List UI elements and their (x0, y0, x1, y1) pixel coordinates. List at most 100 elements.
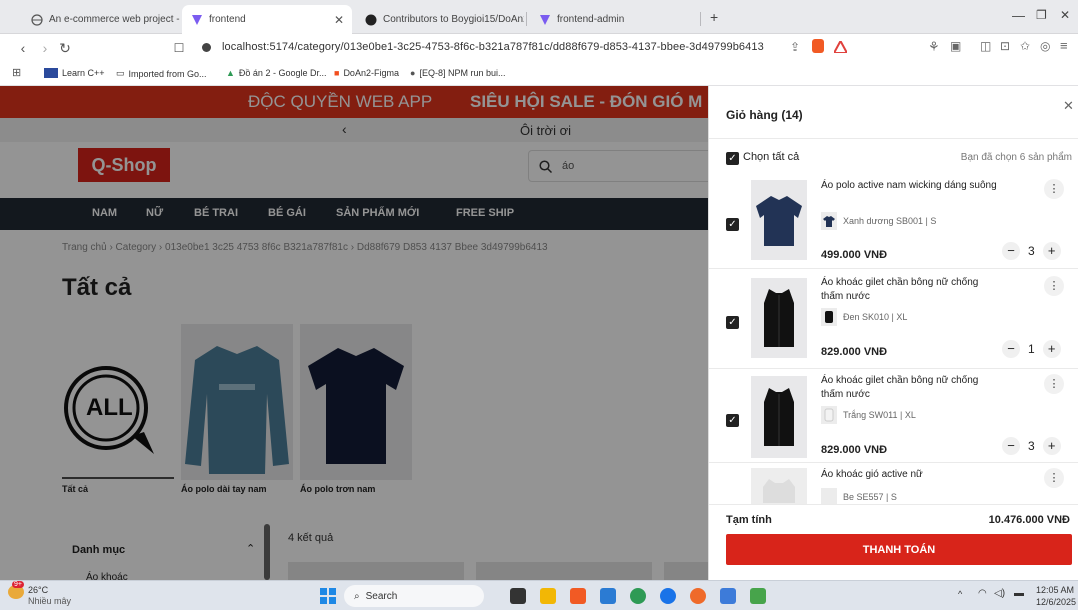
selected-count: Bạn đã chọn 6 sản phẩm (960, 152, 1072, 163)
url-field[interactable]: localhost:5174/category/013e0be1-3c25-47… (222, 41, 764, 53)
windows-start-icon[interactable] (320, 588, 336, 604)
color-swatch (821, 488, 837, 504)
more-options-icon[interactable]: ⋮ (1044, 179, 1064, 199)
tab-label: Contributors to Boygioi15/DoAn2 (383, 14, 524, 25)
close-tab-icon[interactable]: ✕ (334, 13, 344, 27)
clock-date[interactable]: 12/6/2025 (1036, 597, 1076, 607)
volume-icon[interactable]: ◁) (994, 588, 1005, 599)
item-variant[interactable]: Xanh dương SB001 | S (821, 212, 936, 230)
bookmark-imported-folder[interactable]: ▭ Imported from Go... (116, 68, 207, 79)
vpn-icon[interactable]: ◎ (1040, 39, 1050, 53)
window-close-icon[interactable]: ✕ (1060, 8, 1070, 22)
forward-icon[interactable]: › (36, 34, 54, 62)
item-price: 829.000 VNĐ (821, 444, 888, 456)
brave-rewards-icon[interactable] (834, 41, 847, 53)
app-icon[interactable] (750, 588, 766, 604)
cart-item: ✓ Áo khoác gilet chần bông nữ chống thấm… (709, 370, 1078, 462)
chrome-icon[interactable] (660, 588, 676, 604)
taskbar-search[interactable]: ⌕ Search (344, 585, 484, 607)
minus-icon[interactable]: − (1002, 340, 1020, 358)
windows-taskbar: 9+ 26°C Nhiều mây ⌕ Search ^ ◠ ◁) ▬ 12:05… (0, 580, 1078, 610)
bookmark-icon[interactable]: ☐ (170, 34, 188, 62)
bookmark-figma[interactable]: ■ DoAn2-Figma (334, 68, 399, 78)
site-info-icon[interactable] (202, 43, 211, 52)
subtotal-label: Tạm tính (726, 514, 772, 526)
item-variant[interactable]: Trắng SW011 | XL (821, 406, 916, 424)
weather-temp[interactable]: 26°C (28, 585, 48, 595)
quantity-value[interactable]: 1 (1028, 342, 1035, 356)
cart-overlay[interactable] (0, 86, 708, 580)
item-checkbox[interactable]: ✓ (726, 316, 739, 329)
chevron-up-icon[interactable]: ^ (958, 589, 962, 599)
product-thumbnail[interactable] (751, 376, 807, 458)
item-variant[interactable]: Be SE557 | S (821, 488, 897, 504)
clock-time[interactable]: 12:05 AM (1036, 585, 1074, 595)
quantity-value[interactable]: 3 (1028, 244, 1035, 258)
select-all-checkbox[interactable]: ✓ (726, 152, 739, 165)
color-swatch (821, 212, 837, 230)
browser-tab-bar: An e-commerce web project - Cart fronten… (0, 0, 1078, 34)
plus-icon[interactable]: + (1042, 340, 1061, 358)
bookmark-learn-cpp[interactable]: Learn C++ (44, 68, 105, 78)
item-variant[interactable]: Đen SK010 | XL (821, 308, 907, 326)
cart-title: Giỏ hàng (14) (726, 108, 803, 122)
more-options-icon[interactable]: ⋮ (1044, 468, 1064, 488)
more-options-icon[interactable]: ⋮ (1044, 276, 1064, 296)
postman-icon[interactable] (690, 588, 706, 604)
minus-icon[interactable]: − (1002, 242, 1020, 260)
plus-icon[interactable]: + (1042, 242, 1061, 260)
bookmark-google-drive[interactable]: ▲ Đồ án 2 - Google Dr... (226, 68, 326, 78)
checkout-button[interactable]: THANH TOÁN (726, 534, 1072, 565)
app-icon[interactable] (720, 588, 736, 604)
back-icon[interactable]: ‹ (14, 34, 32, 62)
item-checkbox[interactable]: ✓ (726, 414, 739, 427)
screenshot-icon[interactable]: ▣ (950, 39, 961, 53)
brave-taskbar-icon[interactable] (570, 588, 586, 604)
wifi-icon[interactable]: ◠ (978, 588, 987, 599)
extensions-icon[interactable]: ⚘ (928, 39, 940, 55)
menu-icon[interactable]: ≡ (1060, 38, 1068, 53)
tab-frontend-admin[interactable]: frontend-admin (530, 5, 698, 34)
reload-icon[interactable]: ↻ (56, 34, 74, 62)
plus-icon[interactable]: + (1042, 437, 1061, 455)
minus-icon[interactable]: − (1002, 437, 1020, 455)
item-checkbox[interactable]: ✓ (726, 218, 739, 231)
tab-search-icon[interactable]: ⊡ (1000, 39, 1010, 53)
site-icon (44, 68, 58, 78)
share-icon[interactable]: ⇪ (790, 40, 800, 54)
quantity-stepper[interactable]: − 3 + (1002, 242, 1061, 260)
task-view-icon[interactable] (510, 588, 526, 604)
item-name[interactable]: Áo khoác gilet chần bông nữ chống thấm n… (821, 276, 999, 304)
tab-frontend[interactable]: frontend ✕ (182, 5, 352, 34)
product-thumbnail[interactable] (751, 278, 807, 358)
file-explorer-icon[interactable] (540, 588, 556, 604)
battery-icon[interactable]: ▬ (1014, 588, 1024, 599)
select-all-label[interactable]: Chọn tất cả (743, 151, 799, 163)
vscode-icon[interactable] (600, 588, 616, 604)
tab-cart-project[interactable]: An e-commerce web project - Cart (22, 5, 190, 34)
close-icon[interactable]: ✕ (1063, 98, 1074, 114)
sidebar-icon[interactable]: ◫ (980, 39, 991, 53)
item-name[interactable]: Áo polo active nam wicking dáng suông (821, 179, 999, 193)
restore-icon[interactable]: ❐ (1036, 8, 1047, 22)
minimize-icon[interactable]: — (1012, 8, 1025, 23)
mongodb-icon[interactable] (630, 588, 646, 604)
item-name[interactable]: Áo khoác gilet chần bông nữ chống thấm n… (821, 374, 999, 402)
bookmark-npm[interactable]: ● [EQ-8] NPM run bui... (410, 68, 505, 78)
product-thumbnail[interactable] (751, 468, 807, 504)
item-price: 499.000 VNĐ (821, 249, 888, 261)
brave-shield-icon[interactable] (812, 39, 824, 53)
favorites-icon[interactable]: ✩ (1020, 39, 1030, 53)
weather-text[interactable]: Nhiều mây (28, 596, 71, 606)
quantity-value[interactable]: 3 (1028, 439, 1035, 453)
apps-grid-icon[interactable]: ⊞ (12, 66, 21, 79)
item-name[interactable]: Áo khoác gió active nữ (821, 468, 999, 482)
tab-contributors[interactable]: Contributors to Boygioi15/DoAn2 (356, 5, 524, 34)
quantity-stepper[interactable]: − 1 + (1002, 340, 1061, 358)
new-tab-button[interactable]: + (710, 9, 718, 25)
quantity-stepper[interactable]: − 3 + (1002, 437, 1061, 455)
cart-drawer: Giỏ hàng (14) ✕ ✓ Chọn tất cả Bạn đã chọ… (708, 86, 1078, 580)
product-thumbnail[interactable] (751, 180, 807, 260)
more-options-icon[interactable]: ⋮ (1044, 374, 1064, 394)
subtotal-value: 10.476.000 VNĐ (988, 514, 1070, 526)
